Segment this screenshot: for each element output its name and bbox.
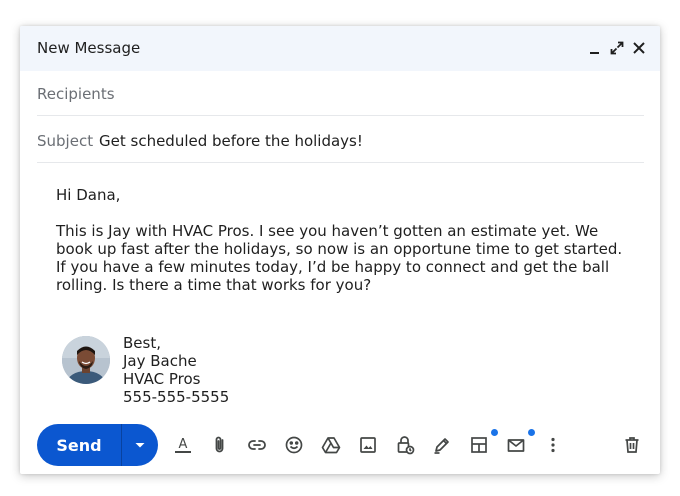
message-line: This is Jay with HVAC Pros. I see you ha… [56, 222, 599, 240]
message-line: book up fast after the holidays, so now … [56, 240, 623, 258]
signature-company: HVAC Pros [123, 370, 201, 388]
message-greeting[interactable]: Hi Dana, [56, 186, 636, 204]
subject-input[interactable]: Get scheduled before the holidays! [99, 132, 363, 150]
message-line: rolling. Is there a time that works for … [56, 276, 372, 294]
compose-titlebar: New Message [20, 26, 660, 71]
confidential-lock-icon[interactable] [394, 434, 416, 456]
link-icon[interactable] [246, 434, 268, 456]
signature-phone: 555-555-5555 [123, 388, 230, 406]
recipients-placeholder: Recipients [37, 85, 115, 103]
svg-text:A: A [179, 437, 188, 452]
mail-template-icon[interactable] [505, 434, 527, 456]
trash-icon[interactable] [621, 434, 643, 456]
more-options-icon[interactable] [542, 434, 564, 456]
recipients-field[interactable]: Recipients [37, 71, 644, 116]
drive-icon[interactable] [320, 434, 342, 456]
layout-notification-dot [491, 429, 498, 436]
chevron-down-icon [135, 443, 145, 448]
signature-closing: Best, [123, 334, 161, 352]
signature-avatar [62, 336, 110, 384]
text-format-icon[interactable]: A [172, 434, 194, 456]
template-notification-dot [528, 429, 535, 436]
schedule-send-dropdown[interactable] [122, 424, 158, 466]
signature-name: Jay Bache [123, 352, 197, 370]
close-icon[interactable] [630, 39, 648, 57]
subject-label: Subject [37, 132, 94, 150]
send-button-group: Send [37, 424, 158, 466]
emoji-icon[interactable] [283, 434, 305, 456]
message-line: If you have a few minutes today, I’d be … [56, 258, 610, 276]
signature-pen-icon[interactable] [431, 434, 453, 456]
compose-title: New Message [37, 39, 141, 57]
attach-icon[interactable] [209, 434, 231, 456]
compose-window: New Message Recipients Subject Get sched… [20, 26, 660, 474]
send-button[interactable]: Send [37, 424, 121, 466]
minimize-icon[interactable] [586, 39, 604, 57]
photo-icon[interactable] [357, 434, 379, 456]
layout-icon[interactable] [468, 434, 490, 456]
expand-icon[interactable] [608, 39, 626, 57]
subject-field[interactable]: Subject Get scheduled before the holiday… [37, 118, 644, 163]
